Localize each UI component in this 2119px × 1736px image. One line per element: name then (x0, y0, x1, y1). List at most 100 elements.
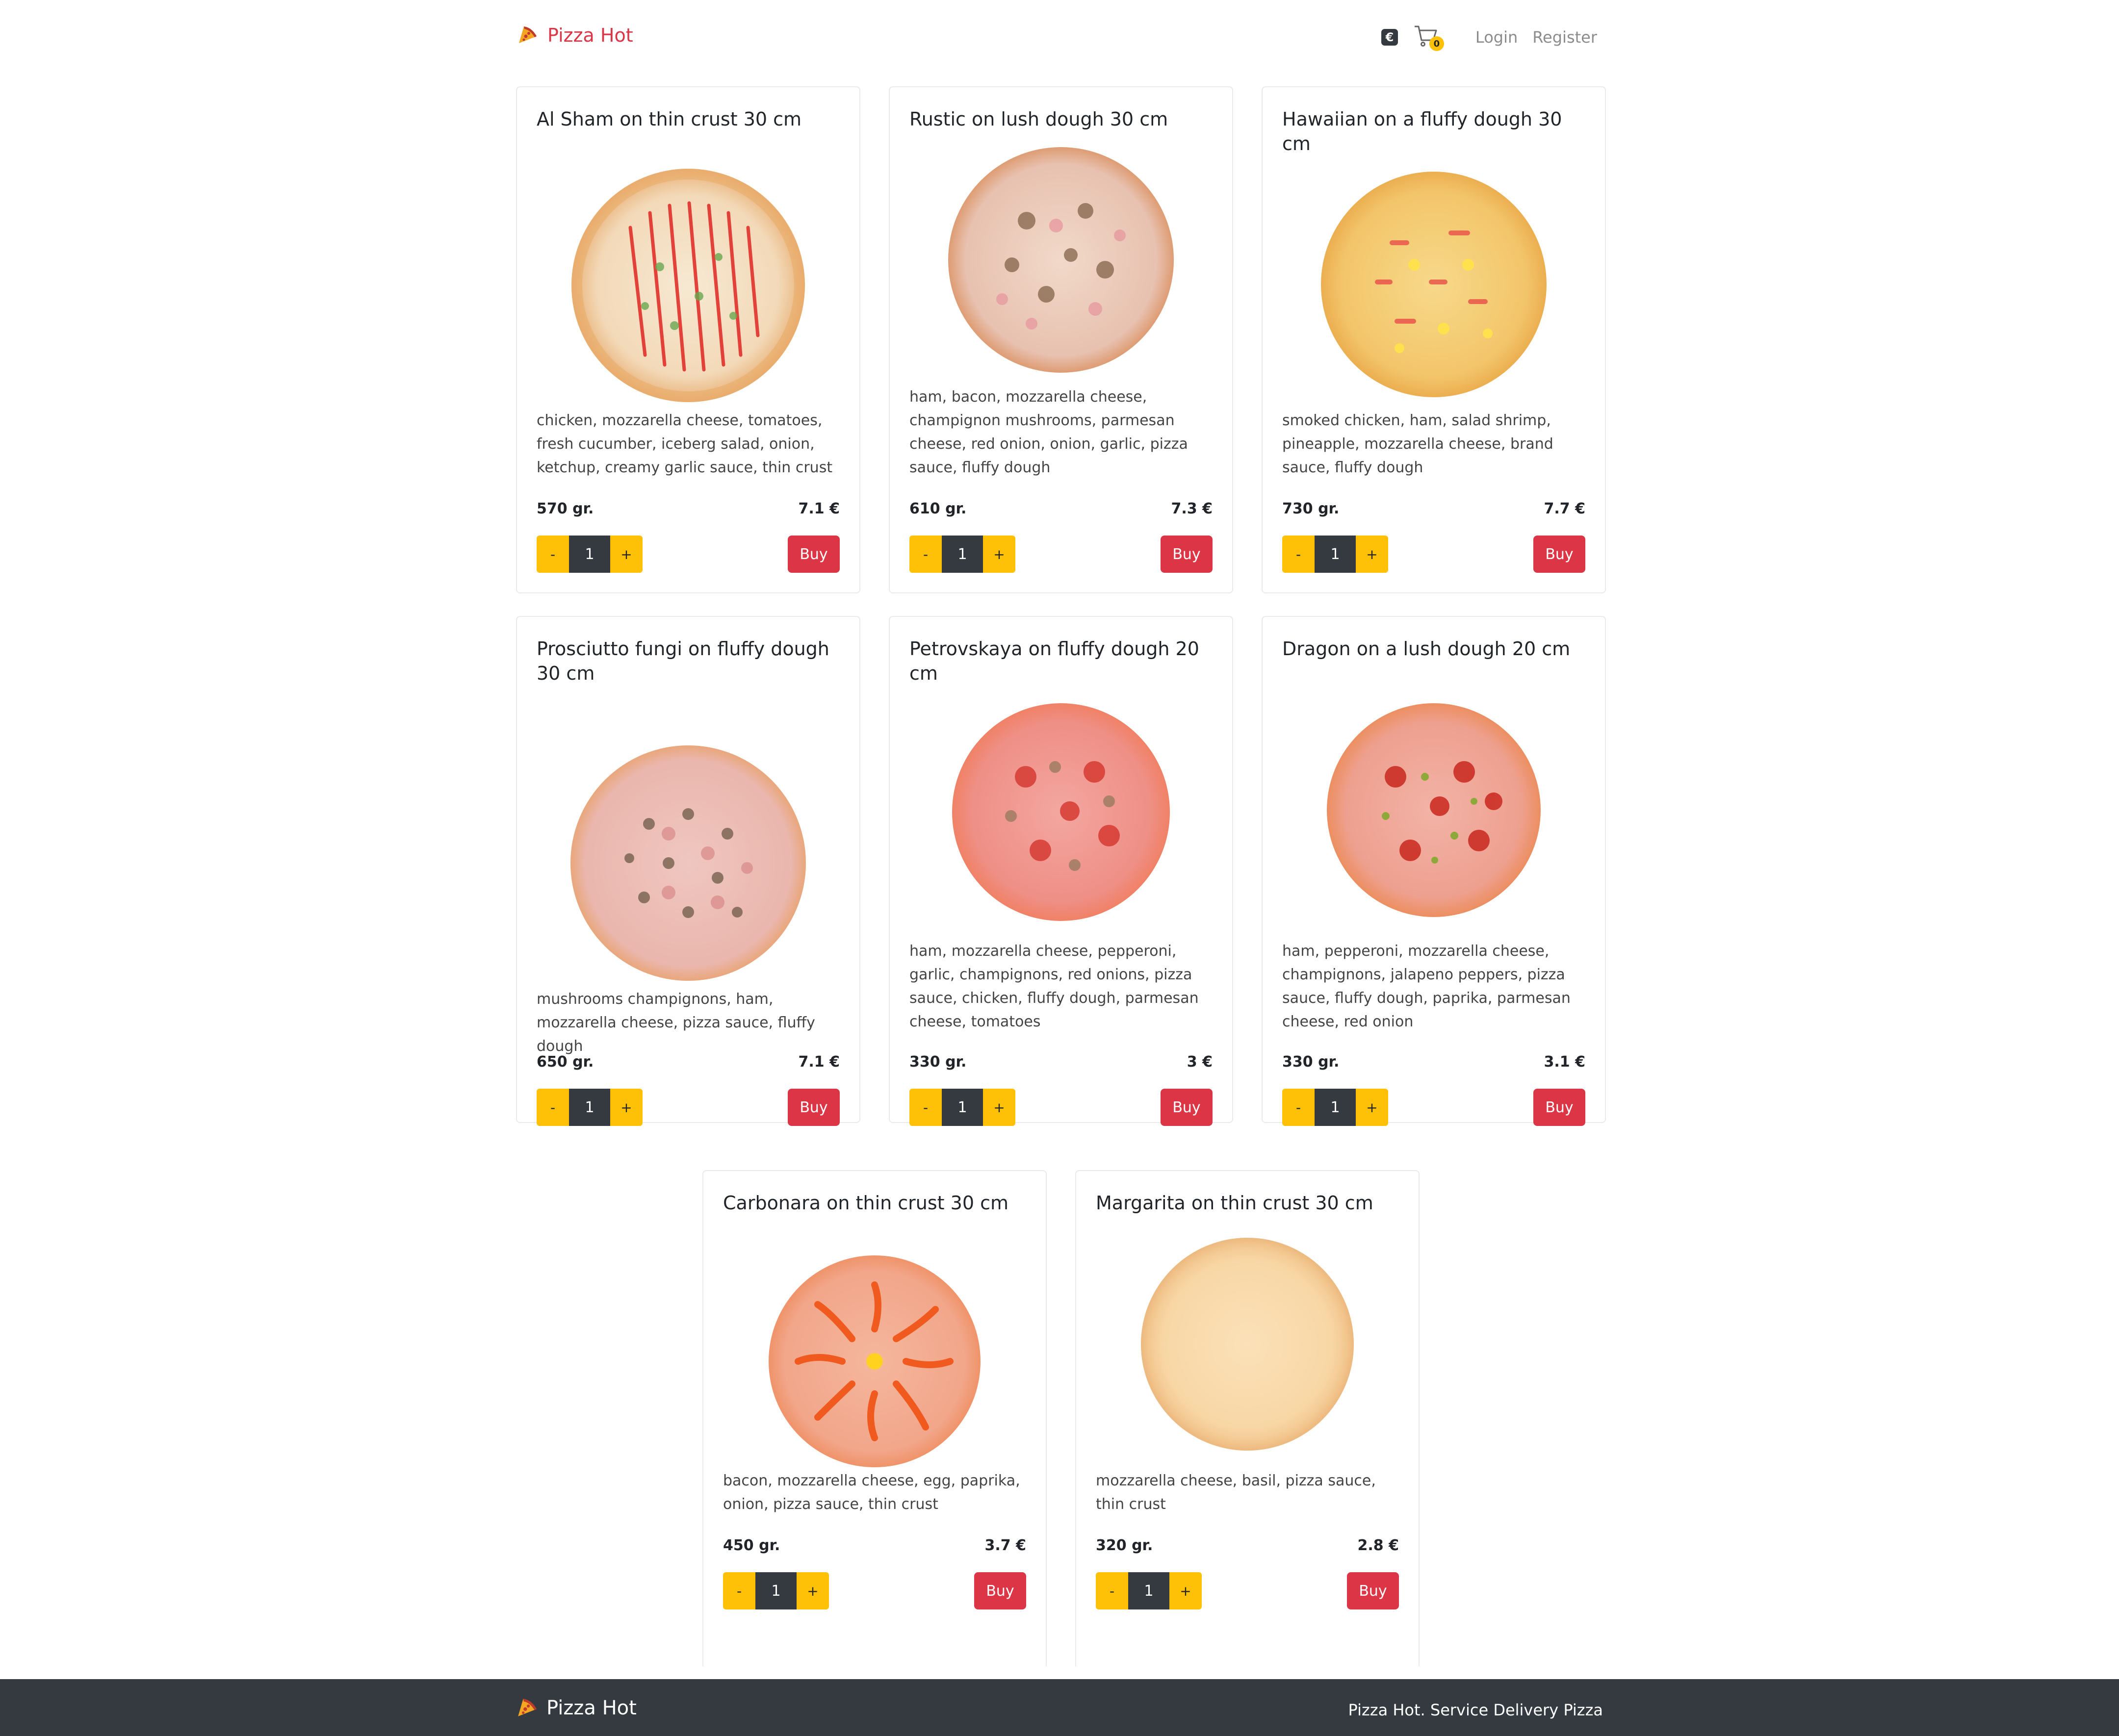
product-title: Prosciutto fungi on fluffy dough 30 cm (537, 638, 829, 684)
decrease-button[interactable]: - (537, 536, 569, 573)
product-description: ham, mozzarella cheese, pepperoni, garli… (909, 943, 1199, 1030)
pizza-image (1141, 1238, 1354, 1451)
pizza-image (571, 169, 805, 402)
product-title: Margarita on thin crust 30 cm (1096, 1192, 1373, 1214)
navbar: Pizza Hot € 0 Login Register (515, 20, 1604, 54)
product-price: 3 € (1187, 1053, 1213, 1071)
decrease-button[interactable]: - (909, 536, 942, 573)
nav-right: € 0 Login Register (1381, 24, 1597, 51)
product-title: Carbonara on thin crust 30 cm (723, 1192, 1009, 1214)
product-price: 7.1 € (798, 500, 840, 517)
brand-link[interactable]: Pizza Hot (517, 24, 633, 47)
quantity-stepper: - 1 + (1282, 1089, 1388, 1126)
quantity-value: 1 (1315, 536, 1356, 573)
register-link[interactable]: Register (1532, 28, 1597, 47)
pizza-image (952, 703, 1170, 921)
pizza-image (769, 1255, 981, 1467)
quantity-stepper: - 1 + (723, 1572, 829, 1609)
product-weight: 650 gr. (537, 1053, 594, 1071)
product-weight: 570 gr. (537, 500, 594, 517)
quantity-stepper: - 1 + (537, 536, 643, 573)
increase-button[interactable]: + (610, 1089, 643, 1126)
decrease-button[interactable]: - (909, 1089, 942, 1126)
product-price: 7.3 € (1171, 500, 1213, 517)
quantity-value: 1 (755, 1572, 797, 1609)
product-card: Carbonara on thin crust 30 cm bacon, moz… (702, 1170, 1047, 1666)
product-weight: 730 gr. (1282, 500, 1340, 517)
product-description: mushrooms champignons, ham, mozzarella c… (537, 991, 815, 1055)
product-title: Hawaiian on a fluffy dough 30 cm (1282, 108, 1562, 154)
quantity-value: 1 (569, 536, 610, 573)
cart-count-badge: 0 (1429, 36, 1444, 51)
brand-name: Pizza Hot (547, 25, 633, 46)
product-description: bacon, mozzarella cheese, egg, paprika, … (723, 1472, 1020, 1513)
increase-button[interactable]: + (1169, 1572, 1202, 1609)
increase-button[interactable]: + (983, 1089, 1015, 1126)
decrease-button[interactable]: - (1096, 1572, 1128, 1609)
product-description: ham, bacon, mozzarella cheese, champigno… (909, 388, 1188, 476)
product-card: Hawaiian on a fluffy dough 30 cm smoked … (1262, 86, 1606, 593)
product-price: 2.8 € (1357, 1537, 1399, 1554)
product-weight: 320 gr. (1096, 1537, 1153, 1554)
product-price: 3.1 € (1544, 1053, 1585, 1071)
product-title: Dragon on a lush dough 20 cm (1282, 638, 1571, 660)
quantity-value: 1 (1315, 1089, 1356, 1126)
buy-button[interactable]: Buy (788, 1089, 840, 1126)
product-price: 7.1 € (798, 1053, 840, 1071)
increase-button[interactable]: + (1356, 536, 1388, 573)
quantity-value: 1 (1128, 1572, 1169, 1609)
product-card: Dragon on a lush dough 20 cm ham, pepper… (1262, 616, 1606, 1126)
product-card: Petrovskaya on fluffy dough 20 cm ham, m… (889, 616, 1233, 1126)
product-description: ham, pepperoni, mozzarella cheese, champ… (1282, 943, 1571, 1030)
pizza-image (570, 745, 806, 981)
product-card: Margarita on thin crust 30 cm mozzarella… (1075, 1170, 1420, 1666)
product-card: Rustic on lush dough 30 cm ham, bacon, m… (889, 86, 1233, 593)
product-weight: 330 gr. (909, 1053, 967, 1071)
increase-button[interactable]: + (1356, 1089, 1388, 1126)
decrease-button[interactable]: - (1282, 536, 1315, 573)
footer-brand-name: Pizza Hot (546, 1697, 637, 1719)
footer-tagline: Pizza Hot. Service Delivery Pizza (1348, 1701, 1603, 1719)
product-weight: 450 gr. (723, 1537, 780, 1554)
product-card: Al Sham on thin crust 30 cm chicken, moz… (516, 86, 860, 593)
product-weight: 610 gr. (909, 500, 967, 517)
product-weight: 330 gr. (1282, 1053, 1340, 1071)
pizza-slice-icon (516, 1696, 539, 1720)
product-title: Rustic on lush dough 30 cm (909, 108, 1168, 130)
quantity-stepper: - 1 + (909, 536, 1015, 573)
buy-button[interactable]: Buy (788, 536, 840, 573)
increase-button[interactable]: + (797, 1572, 829, 1609)
buy-button[interactable]: Buy (1347, 1572, 1399, 1609)
quantity-value: 1 (942, 536, 983, 573)
quantity-stepper: - 1 + (909, 1089, 1015, 1126)
product-card: Prosciutto fungi on fluffy dough 30 cm m… (516, 616, 860, 1126)
quantity-stepper: - 1 + (537, 1089, 643, 1126)
buy-button[interactable]: Buy (974, 1572, 1026, 1609)
footer: Pizza Hot Pizza Hot. Service Delivery Pi… (0, 1679, 2119, 1736)
decrease-button[interactable]: - (537, 1089, 569, 1126)
increase-button[interactable]: + (983, 536, 1015, 573)
buy-button[interactable]: Buy (1161, 1089, 1213, 1126)
quantity-value: 1 (569, 1089, 610, 1126)
decrease-button[interactable]: - (1282, 1089, 1315, 1126)
buy-button[interactable]: Buy (1161, 536, 1213, 573)
buy-button[interactable]: Buy (1533, 536, 1585, 573)
increase-button[interactable]: + (610, 536, 643, 573)
product-title: Al Sham on thin crust 30 cm (537, 108, 802, 130)
product-price: 7.7 € (1544, 500, 1585, 517)
login-link[interactable]: Login (1475, 28, 1518, 47)
buy-button[interactable]: Buy (1533, 1089, 1585, 1126)
cart-button[interactable]: 0 (1414, 24, 1444, 51)
product-description: smoked chicken, ham, salad shrimp, pinea… (1282, 412, 1553, 476)
quantity-stepper: - 1 + (1096, 1572, 1202, 1609)
currency-toggle[interactable]: € (1381, 29, 1398, 46)
footer-brand[interactable]: Pizza Hot (516, 1696, 637, 1720)
product-description: chicken, mozzarella cheese, tomatoes, fr… (537, 412, 833, 476)
pizza-image (1321, 172, 1547, 397)
pizza-slice-icon (517, 24, 539, 47)
product-title: Petrovskaya on fluffy dough 20 cm (909, 638, 1199, 684)
quantity-stepper: - 1 + (1282, 536, 1388, 573)
decrease-button[interactable]: - (723, 1572, 755, 1609)
product-description: mozzarella cheese, basil, pizza sauce, t… (1096, 1472, 1376, 1513)
pizza-image (948, 147, 1174, 373)
